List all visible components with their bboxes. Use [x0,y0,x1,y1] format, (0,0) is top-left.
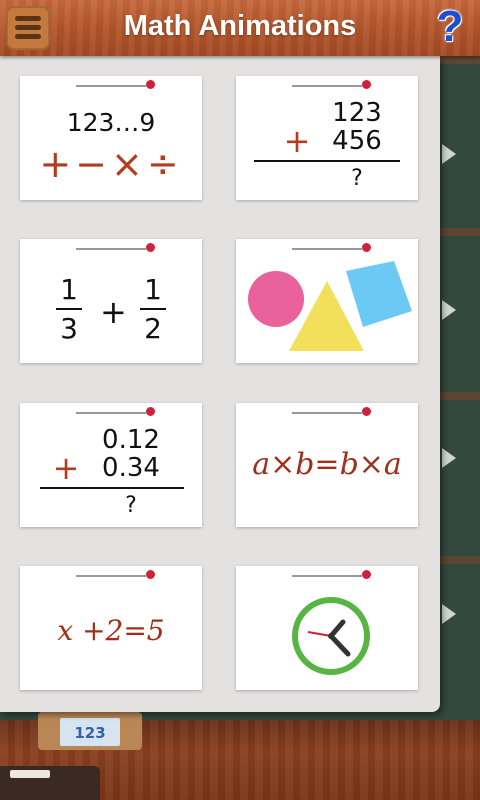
eraser-icon[interactable] [0,766,100,800]
app-header: Math Animations ? [0,0,480,56]
clock-icon [292,597,370,675]
card-commutative[interactable]: a×b=b×a [236,403,418,527]
card-decimals[interactable]: 0.12 + 0.34 ? [20,403,202,527]
square-shape [346,261,412,327]
pin-icon [146,570,155,579]
arrow-right-icon[interactable] [442,448,456,468]
shapes-illustration [248,261,412,351]
pin-icon [362,407,371,416]
arrow-right-icon[interactable] [442,604,456,624]
card-arithmetic[interactable]: 123…9 +−×÷ [20,76,202,200]
page-title: Math Animations [123,10,357,42]
pin-icon [362,80,371,89]
help-button[interactable]: ? [432,5,468,49]
card-fractions[interactable]: 13 + 12 [20,239,202,363]
card-stack[interactable]: 123 [38,712,142,750]
arrow-right-icon[interactable] [442,144,456,164]
card-equation[interactable]: x +2=5 [20,566,202,690]
pin-icon [146,243,155,252]
card-column-addition[interactable]: 123 + 456 ? [236,76,418,200]
lesson-grid: 123…9 +−×÷ 123 + 456 ? 13 + 12 0.12 + 0.… [0,56,440,712]
card-clock[interactable] [236,566,418,690]
card-shapes[interactable] [236,239,418,363]
pin-icon [146,407,155,416]
pin-icon [146,80,155,89]
arrow-right-icon[interactable] [442,300,456,320]
circle-shape [248,271,304,327]
